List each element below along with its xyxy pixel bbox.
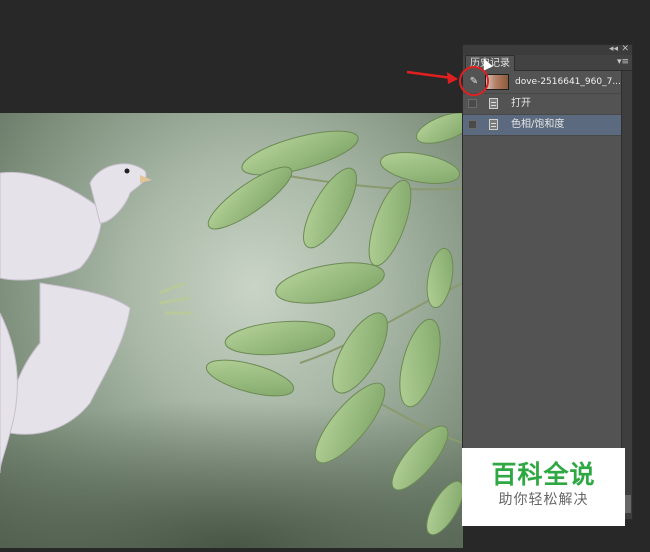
history-step-label: 色相/饱和度 [511, 119, 565, 130]
document-icon [489, 119, 498, 130]
history-step-open[interactable]: 打开 [463, 94, 622, 115]
watermark-logo: 百科全说 助你轻松解决 [462, 448, 625, 526]
watermark-subtitle: 助你轻松解决 [498, 492, 589, 508]
watermark-title: 百科全说 [491, 460, 596, 489]
history-source-checkbox[interactable] [468, 120, 477, 129]
dove-and-leaves-image [0, 113, 463, 548]
snapshot-thumbnail [485, 74, 509, 90]
history-list: ✎ dove-2516641_960_7... 打开 色相/饱和度 [463, 71, 622, 136]
history-brush-icon[interactable]: ✎ [468, 76, 480, 88]
history-step-label: 打开 [511, 98, 531, 109]
document-canvas[interactable] [0, 113, 463, 548]
history-snapshot-row[interactable]: ✎ dove-2516641_960_7... [463, 71, 622, 94]
history-source-checkbox[interactable] [468, 99, 477, 108]
collapse-icon[interactable]: ◂◂ [609, 43, 618, 55]
close-icon[interactable]: ✕ [621, 43, 629, 55]
document-icon [489, 98, 498, 109]
snapshot-label: dove-2516641_960_7... [515, 77, 621, 87]
panel-title-bar[interactable]: ◂◂ ✕ [463, 43, 632, 55]
red-arrow-icon [406, 70, 458, 84]
history-step-hue-saturation[interactable]: 色相/饱和度 [463, 115, 622, 136]
panel-menu-icon[interactable]: ▾≡ [617, 57, 629, 68]
